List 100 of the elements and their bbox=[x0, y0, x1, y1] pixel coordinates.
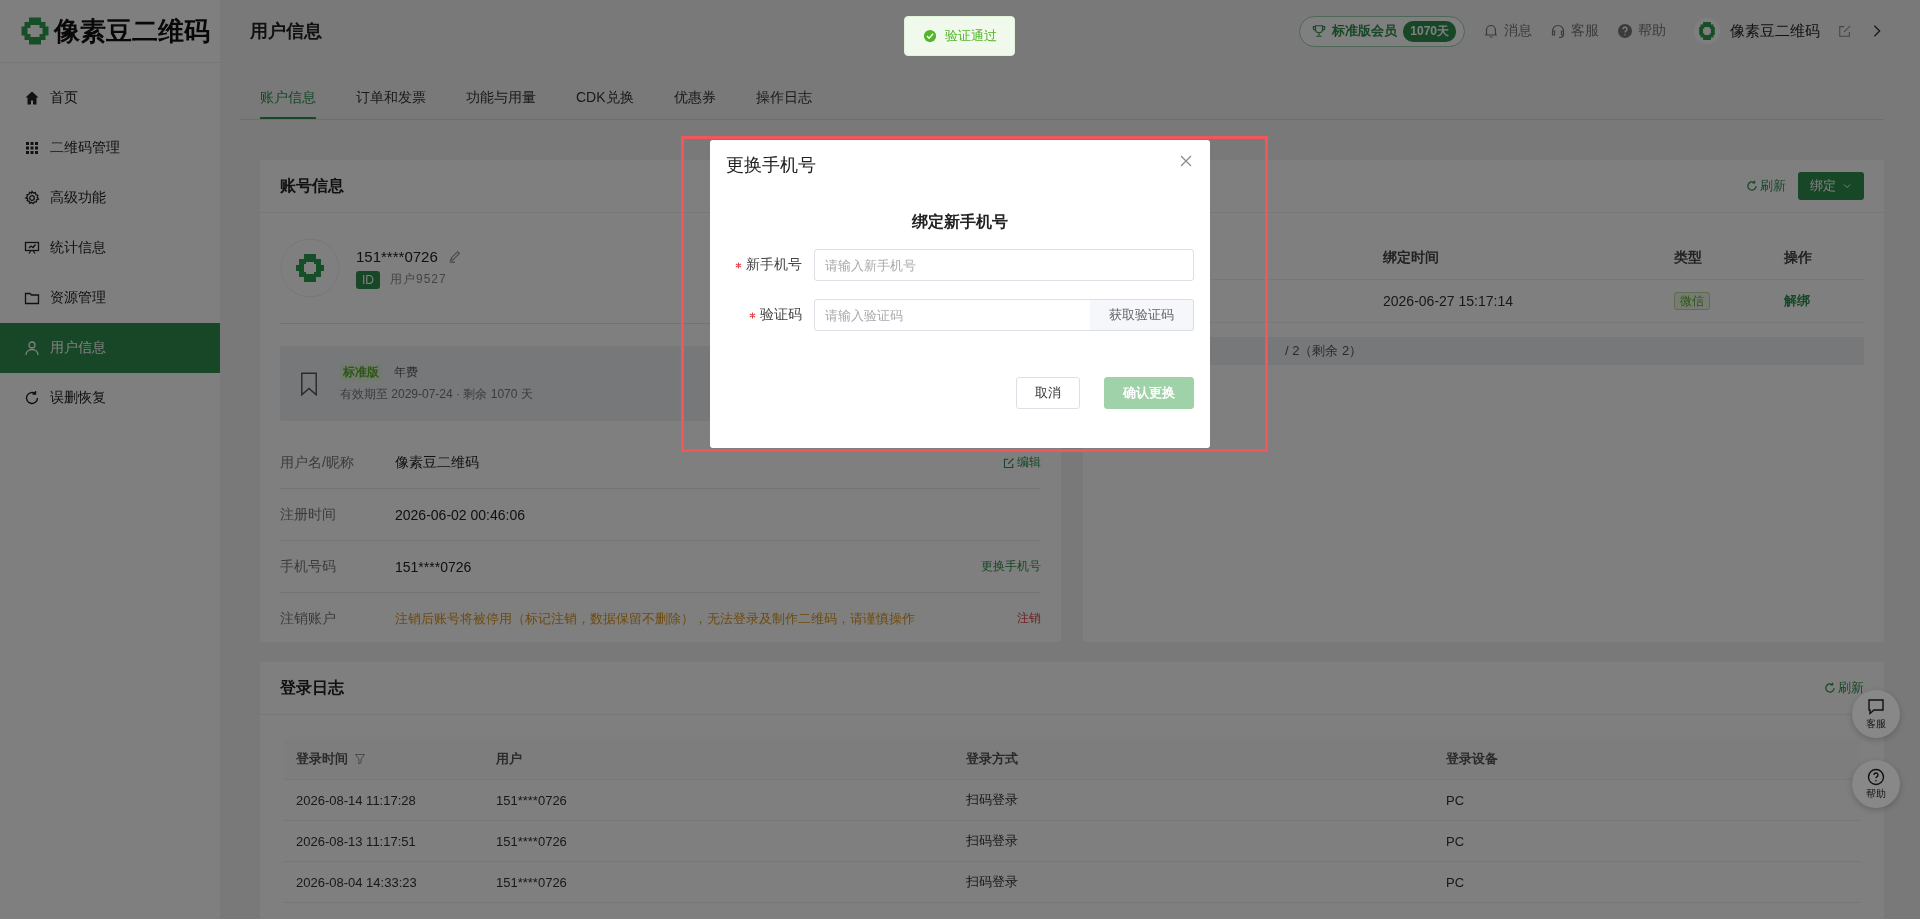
user-id: 用户9527 bbox=[390, 271, 447, 288]
caret-icon bbox=[1842, 181, 1852, 191]
unbind-link[interactable]: 解绑 bbox=[1784, 292, 1864, 310]
column-header: 操作 bbox=[1784, 249, 1813, 267]
floating-button-label: 帮助 bbox=[1866, 786, 1886, 801]
input-field[interactable]: 请输入验证码 bbox=[814, 299, 1093, 331]
headset-icon bbox=[1550, 23, 1566, 39]
avatar-icon[interactable] bbox=[1694, 18, 1720, 44]
refresh-icon bbox=[24, 390, 40, 406]
field-value: 2026-06-02 00:46:06 bbox=[395, 506, 526, 523]
field-action-link[interactable]: 更换手机号 bbox=[981, 558, 1041, 575]
quota-text: / 2（剩余 2） bbox=[1285, 342, 1363, 360]
grid-icon bbox=[24, 140, 40, 156]
refresh-icon bbox=[1824, 682, 1836, 694]
field-label: 手机号码 bbox=[280, 557, 337, 576]
page-title: 用户信息 bbox=[250, 20, 322, 43]
field-label: 用户名/昵称 bbox=[280, 453, 355, 472]
floating-button-label: 客服 bbox=[1866, 716, 1886, 731]
get-code-button[interactable]: 获取验证码 bbox=[1090, 299, 1194, 331]
table-cell-text: 扫码登录 bbox=[966, 873, 1019, 891]
card-title: 登录日志 bbox=[280, 677, 344, 698]
pencil-icon[interactable] bbox=[447, 249, 462, 263]
dialog-heading: 绑定新手机号 bbox=[910, 212, 1009, 232]
tab[interactable]: 账户信息 bbox=[260, 89, 316, 119]
field-value: 像素豆二维码 bbox=[395, 453, 480, 472]
user-icon bbox=[24, 340, 40, 356]
days-badge: 1070天 bbox=[1403, 20, 1456, 42]
table-cell-text: 2026-08-13 11:17:51 bbox=[296, 833, 417, 849]
field-value: 151****0726 bbox=[395, 558, 473, 575]
phone-number: 151****0726 bbox=[356, 247, 438, 265]
bell-icon bbox=[1483, 23, 1499, 39]
sidebar-item[interactable]: 高级功能 bbox=[0, 173, 220, 223]
column-header: 类型 bbox=[1674, 249, 1703, 267]
field-label: 注册时间 bbox=[280, 505, 337, 524]
close-icon[interactable] bbox=[1180, 155, 1192, 167]
tab[interactable]: 优惠券 bbox=[673, 89, 716, 119]
table-cell-text: PC bbox=[1446, 833, 1466, 849]
column-header: 用户 bbox=[496, 750, 523, 768]
card-title: 账号信息 bbox=[280, 175, 344, 196]
header-link[interactable]: 帮助 bbox=[1617, 22, 1666, 40]
chart-board-icon bbox=[24, 240, 40, 256]
logo: 像素豆二维码 bbox=[0, 0, 220, 63]
sidebar-item[interactable]: 用户信息 bbox=[0, 323, 220, 373]
sidebar-item[interactable]: 统计信息 bbox=[0, 223, 220, 273]
sidebar-item[interactable]: 误删恢复 bbox=[0, 373, 220, 423]
tab[interactable]: CDK兑换 bbox=[576, 89, 634, 119]
trophy-icon bbox=[1312, 24, 1327, 38]
id-badge: ID bbox=[356, 270, 380, 289]
tab[interactable]: 功能与用量 bbox=[466, 89, 536, 119]
billing-type: 年费 bbox=[394, 364, 418, 381]
column-header: 登录时间 bbox=[296, 750, 496, 768]
form-label-text: 验证码 bbox=[760, 306, 802, 324]
form-label-text: 新手机号 bbox=[746, 256, 802, 274]
edit-icon bbox=[1003, 456, 1015, 469]
floating-button[interactable]: 帮助 bbox=[1852, 760, 1900, 808]
refresh-icon bbox=[1746, 180, 1758, 192]
field-value: 注销后账号将被停用（标记注销，数据保留不删除），无法登录及制作二维码，请谨慎操作 bbox=[395, 609, 916, 628]
bookmark-icon bbox=[300, 371, 318, 396]
sidebar-item[interactable]: 首页 bbox=[0, 73, 220, 123]
tab[interactable]: 订单和发票 bbox=[356, 89, 426, 119]
table-cell-text: PC bbox=[1446, 792, 1466, 808]
user-name[interactable]: 像素豆二维码 bbox=[1730, 21, 1820, 41]
refresh-link[interactable]: 刷新 bbox=[1746, 177, 1786, 195]
folder-icon bbox=[24, 290, 40, 306]
input-field[interactable]: 请输入新手机号 bbox=[814, 249, 1194, 281]
type-tag: 微信 bbox=[1674, 292, 1710, 310]
table-cell-text: 151****0726 bbox=[496, 792, 568, 808]
field-action-link[interactable]: 编辑 bbox=[1003, 454, 1041, 471]
field-label: 注销账户 bbox=[280, 609, 337, 628]
membership-label: 标准版会员 bbox=[1332, 22, 1398, 40]
field-action-link[interactable]: 注销 bbox=[1017, 610, 1041, 627]
table-cell-text: 扫码登录 bbox=[966, 791, 1019, 809]
table-cell-text: 2026-06-27 15:17:14 bbox=[1383, 293, 1514, 309]
bind-dropdown-button[interactable]: 绑定 bbox=[1798, 172, 1864, 200]
gear-icon bbox=[24, 190, 40, 206]
header-link[interactable]: 消息 bbox=[1483, 22, 1532, 40]
table-cell-text: 2026-08-14 11:17:28 bbox=[296, 792, 417, 808]
chat-bubble-icon bbox=[1867, 697, 1885, 716]
column-header: 绑定时间 bbox=[1383, 249, 1440, 267]
home-icon bbox=[24, 90, 40, 106]
edit-icon[interactable] bbox=[1838, 24, 1852, 38]
tab[interactable]: 操作日志 bbox=[755, 89, 812, 119]
sidebar-item[interactable]: 资源管理 bbox=[0, 273, 220, 323]
check-circle-icon bbox=[922, 29, 937, 43]
sidebar-item[interactable]: 二维码管理 bbox=[0, 123, 220, 173]
header-link[interactable]: 客服 bbox=[1550, 22, 1599, 40]
help-icon bbox=[1867, 767, 1885, 786]
column-header: 登录设备 bbox=[1446, 750, 1499, 768]
table-cell-text: 151****0726 bbox=[496, 833, 568, 849]
toast-message: 验证通过 bbox=[904, 16, 1015, 56]
table-cell-text: 151****0726 bbox=[496, 874, 568, 890]
filter-icon[interactable] bbox=[354, 753, 366, 765]
dialog-title: 更换手机号 bbox=[726, 154, 816, 177]
help-icon bbox=[1617, 23, 1633, 39]
table-cell-text: 扫码登录 bbox=[966, 832, 1019, 850]
membership-badge[interactable]: 标准版会员 1070天 bbox=[1299, 15, 1465, 47]
cancel-button[interactable]: 取消 bbox=[1016, 377, 1080, 409]
edition-tag: 标准版 bbox=[340, 364, 382, 381]
table-cell-text: 2026-08-04 14:33:23 bbox=[296, 874, 418, 890]
avatar bbox=[280, 238, 340, 298]
